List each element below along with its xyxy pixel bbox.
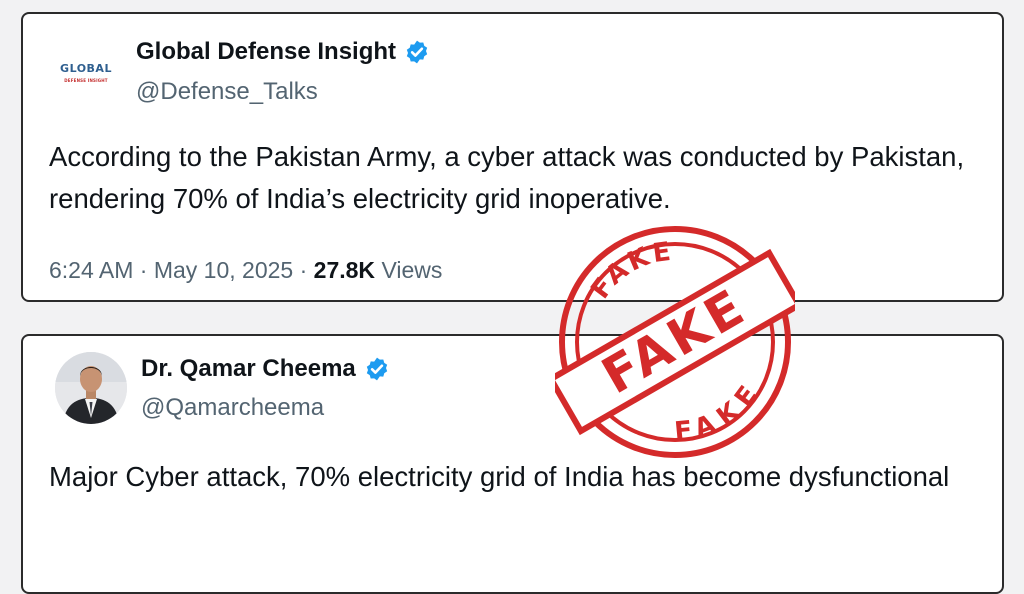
tweet-text: According to the Pakistan Army, a cyber … [49, 141, 965, 214]
logo-text: GLOBAL [60, 62, 112, 75]
author-handle[interactable]: @Defense_Talks [136, 78, 318, 106]
meta-separator: · [293, 257, 314, 283]
tweet-meta: 6:24 AM · May 10, 2025 · 27.8K Views [49, 257, 442, 284]
logo-subtext: DEFENSE INSIGHT [64, 78, 108, 83]
views-label: Views [381, 257, 443, 283]
author-row: Dr. Qamar Cheema [141, 355, 390, 383]
avatar-global-defense[interactable]: GLOBAL DEFENSE INSIGHT [51, 40, 121, 110]
avatar-qamar-cheema[interactable] [55, 352, 127, 424]
author-name[interactable]: Global Defense Insight [136, 38, 396, 66]
tweet-card-global-defense: GLOBAL DEFENSE INSIGHT Global Defense In… [21, 12, 1004, 302]
tweet-time[interactable]: 6:24 AM [49, 257, 133, 283]
author-row: Global Defense Insight [136, 38, 430, 66]
tweet-text: Major Cyber attack, 70% electricity grid… [49, 461, 950, 492]
meta-separator: · [133, 257, 154, 283]
views-count: 27.8K [313, 257, 376, 283]
verified-badge-icon [406, 40, 428, 64]
tweet-card-qamar-cheema: Dr. Qamar Cheema @Qamarcheema Major Cybe… [21, 334, 1004, 594]
profile-photo [55, 352, 127, 424]
author-name[interactable]: Dr. Qamar Cheema [141, 355, 356, 383]
author-handle[interactable]: @Qamarcheema [141, 394, 324, 422]
tweet-date[interactable]: May 10, 2025 [154, 257, 293, 283]
verified-badge-icon [366, 357, 387, 381]
